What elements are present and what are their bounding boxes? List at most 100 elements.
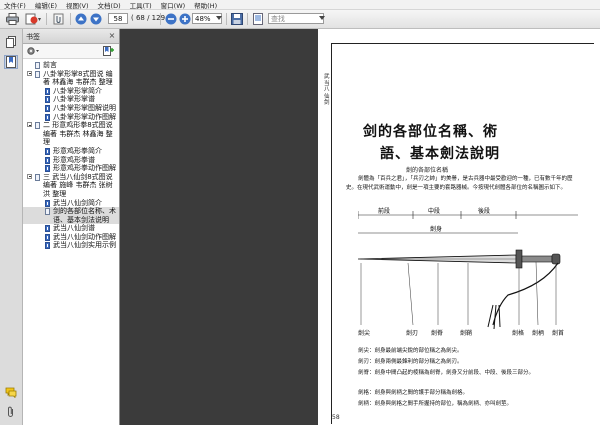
part-label: 劍脊: [431, 329, 443, 337]
collapse-toggle-icon[interactable]: [27, 122, 32, 128]
section-subhead: 劍的各部位名稱: [406, 167, 449, 174]
bookmark-item[interactable]: 八卦掌形掌谱: [23, 95, 119, 104]
bookmark-item[interactable]: 八卦掌形掌动作图解: [23, 113, 119, 122]
save-button[interactable]: [230, 13, 243, 25]
menu-tools[interactable]: 工具(T): [130, 0, 152, 10]
bookmark-item[interactable]: 二 形意鸡形拳8式图说 编著 韦群杰 林鑫海 整理: [23, 121, 119, 147]
bookmark-page-icon: [45, 113, 50, 121]
options-button[interactable]: [26, 46, 40, 56]
menu-help[interactable]: 帮助(H): [194, 0, 217, 10]
new-bookmark-button[interactable]: [103, 46, 115, 56]
bookmarks-pane: 书签 × 前言 八卦掌形掌8式图说 编著 林鑫海 韦群杰 整理 八卦掌形掌简介 八卦掌…: [23, 29, 120, 425]
front-label: 前段: [378, 207, 390, 215]
page-number: 58: [332, 414, 340, 421]
zoom-in-button[interactable]: [178, 13, 191, 25]
bookmark-label: 形意鸡形拳简介: [53, 146, 102, 155]
zoom-out-button[interactable]: [164, 13, 177, 25]
bookmark-label: 武当八仙剑实用示例: [53, 241, 116, 250]
search-input[interactable]: 查找: [268, 13, 324, 24]
bookmark-item[interactable]: 形意鸡形拳简介: [23, 147, 119, 156]
chapter-title-line2: 語、基本劍法說明: [380, 146, 500, 162]
definition-jian-ji: 劍脊：劍身中間凸起的棱稱為劍脊，劍身又分前段、中段、後段三部分。: [358, 370, 535, 376]
menu-file[interactable]: 文件(F): [4, 0, 26, 10]
fit-page-button[interactable]: [251, 13, 264, 25]
bookmark-label: 八卦掌形掌简介: [53, 86, 102, 95]
bookmark-page-icon: [45, 199, 50, 207]
gear-icon: [27, 47, 39, 55]
bookmarks-title: 书签: [26, 33, 40, 41]
email-button[interactable]: [51, 13, 65, 25]
comments-panel-button[interactable]: [4, 385, 18, 399]
sword-diagram: 前段 中段 後段 劍身 劍尖 劍刃 劍脊 劍鞘 劍格 劍柄 劍首: [358, 207, 578, 337]
collapse-toggle-icon[interactable]: [27, 173, 32, 179]
part-label: 劍尖: [358, 329, 370, 337]
chapter-title-line1: 剑的各部位名稱、術: [363, 124, 498, 140]
pages-panel-button[interactable]: [4, 35, 18, 49]
pages-icon: [6, 36, 16, 48]
arrow-up-icon: [75, 13, 86, 25]
bookmark-page-icon: [45, 87, 50, 95]
bookmark-page-icon: [45, 225, 50, 233]
running-head: 武当八仙剑: [324, 74, 330, 106]
bookmark-page-icon: [45, 104, 50, 112]
close-icon[interactable]: ×: [108, 32, 116, 40]
share-button[interactable]: [24, 13, 42, 25]
prev-page-button[interactable]: [74, 13, 87, 25]
bookmark-item[interactable]: 剑的各部位名称、术语、基本剑法说明: [23, 207, 119, 225]
page-number-input[interactable]: 58: [108, 13, 128, 24]
navigation-rail: [0, 29, 23, 425]
bookmark-item[interactable]: 前言: [23, 61, 119, 70]
menu-edit[interactable]: 编辑(E): [35, 0, 57, 10]
bookmark-label: 三 武当八仙剑8式图说 编著 施峰 韦群杰 张树洪 整理: [43, 172, 113, 198]
bookmark-item[interactable]: 武当八仙剑实用示例: [23, 241, 119, 250]
arrow-down-icon: [90, 13, 101, 25]
bookmark-page-icon: [45, 156, 50, 164]
menu-view[interactable]: 视图(V): [66, 0, 89, 10]
printer-icon: [5, 13, 19, 25]
paperclip-icon: [8, 406, 13, 417]
search-options-chevron-icon[interactable]: [319, 16, 325, 20]
part-label: 劍首: [552, 329, 564, 337]
bookmark-label: 武当八仙剑谱: [53, 224, 95, 233]
menu-window[interactable]: 窗口(W): [161, 0, 186, 10]
bookmark-page-icon: [45, 147, 50, 155]
menu-bar: 文件(F) 编辑(E) 视图(V) 文档(D) 工具(T) 窗口(W) 帮助(H…: [0, 0, 600, 10]
collapse-toggle-icon[interactable]: [27, 70, 32, 76]
next-page-button[interactable]: [89, 13, 102, 25]
bookmark-label: 武当八仙剑动作图解: [53, 232, 116, 241]
new-bookmark-icon: [103, 46, 114, 56]
attachments-panel-button[interactable]: [4, 405, 18, 419]
attach-icon: [53, 13, 63, 25]
bookmarks-panel-button[interactable]: [4, 55, 18, 69]
definition-jian-jian: 劍尖：劍身最前端尖銳的部位稱之為劍尖。: [358, 348, 463, 354]
print-button[interactable]: [5, 13, 19, 25]
bookmark-label: 二 形意鸡形拳8式图说 编著 韦群杰 林鑫海 整理: [43, 121, 113, 147]
bookmark-item[interactable]: 八卦掌形掌图解说明: [23, 104, 119, 113]
zoom-out-icon: [165, 13, 176, 25]
bookmark-page-icon: [35, 62, 40, 69]
bookmark-item[interactable]: 八卦掌形掌8式图说 编著 林鑫海 韦群杰 整理: [23, 70, 119, 87]
part-label: 劍格: [512, 329, 524, 337]
bookmarks-toolbar: [23, 44, 119, 59]
fit-page-icon: [252, 13, 263, 25]
bookmark-page-icon: [35, 122, 40, 130]
floppy-icon: [230, 13, 243, 25]
body-label: 劍身: [430, 225, 442, 233]
bookmark-item[interactable]: 三 武当八仙剑8式图说 编著 施峰 韦群杰 张树洪 整理: [23, 173, 119, 199]
bookmark-page-icon: [45, 165, 50, 173]
bookmark-page-icon: [45, 233, 50, 241]
bookmark-label: 八卦掌形掌8式图说 编著 林鑫海 韦群杰 整理: [43, 69, 113, 87]
bookmark-item[interactable]: 武当八仙剑谱: [23, 224, 119, 233]
menu-document[interactable]: 文档(D): [98, 0, 121, 10]
bookmark-item[interactable]: 形意鸡形拳谱: [23, 156, 119, 165]
bookmark-label: 八卦掌形掌图解说明: [53, 103, 116, 112]
bookmark-icon: [6, 56, 16, 68]
bookmark-page-icon: [35, 173, 40, 181]
bookmark-page-icon: [35, 70, 40, 78]
toolbar: 58 ( 68 / 129 ) 48% 查找: [0, 10, 600, 29]
bookmark-item[interactable]: 武当八仙剑简介: [23, 199, 119, 208]
bookmark-item[interactable]: 形意鸡形拳动作图解: [23, 164, 119, 173]
definition-jian-bing: 劍柄：劍身與劍格之間手所握持的部位，稱為劍柄、亦叫劍莖。: [358, 401, 513, 407]
document-page: 武当八仙剑 剑的各部位名稱、術 語、基本劍法說明 劍的各部位名稱 劍體為「百兵之…: [318, 29, 600, 425]
zoom-in-icon: [179, 13, 190, 25]
